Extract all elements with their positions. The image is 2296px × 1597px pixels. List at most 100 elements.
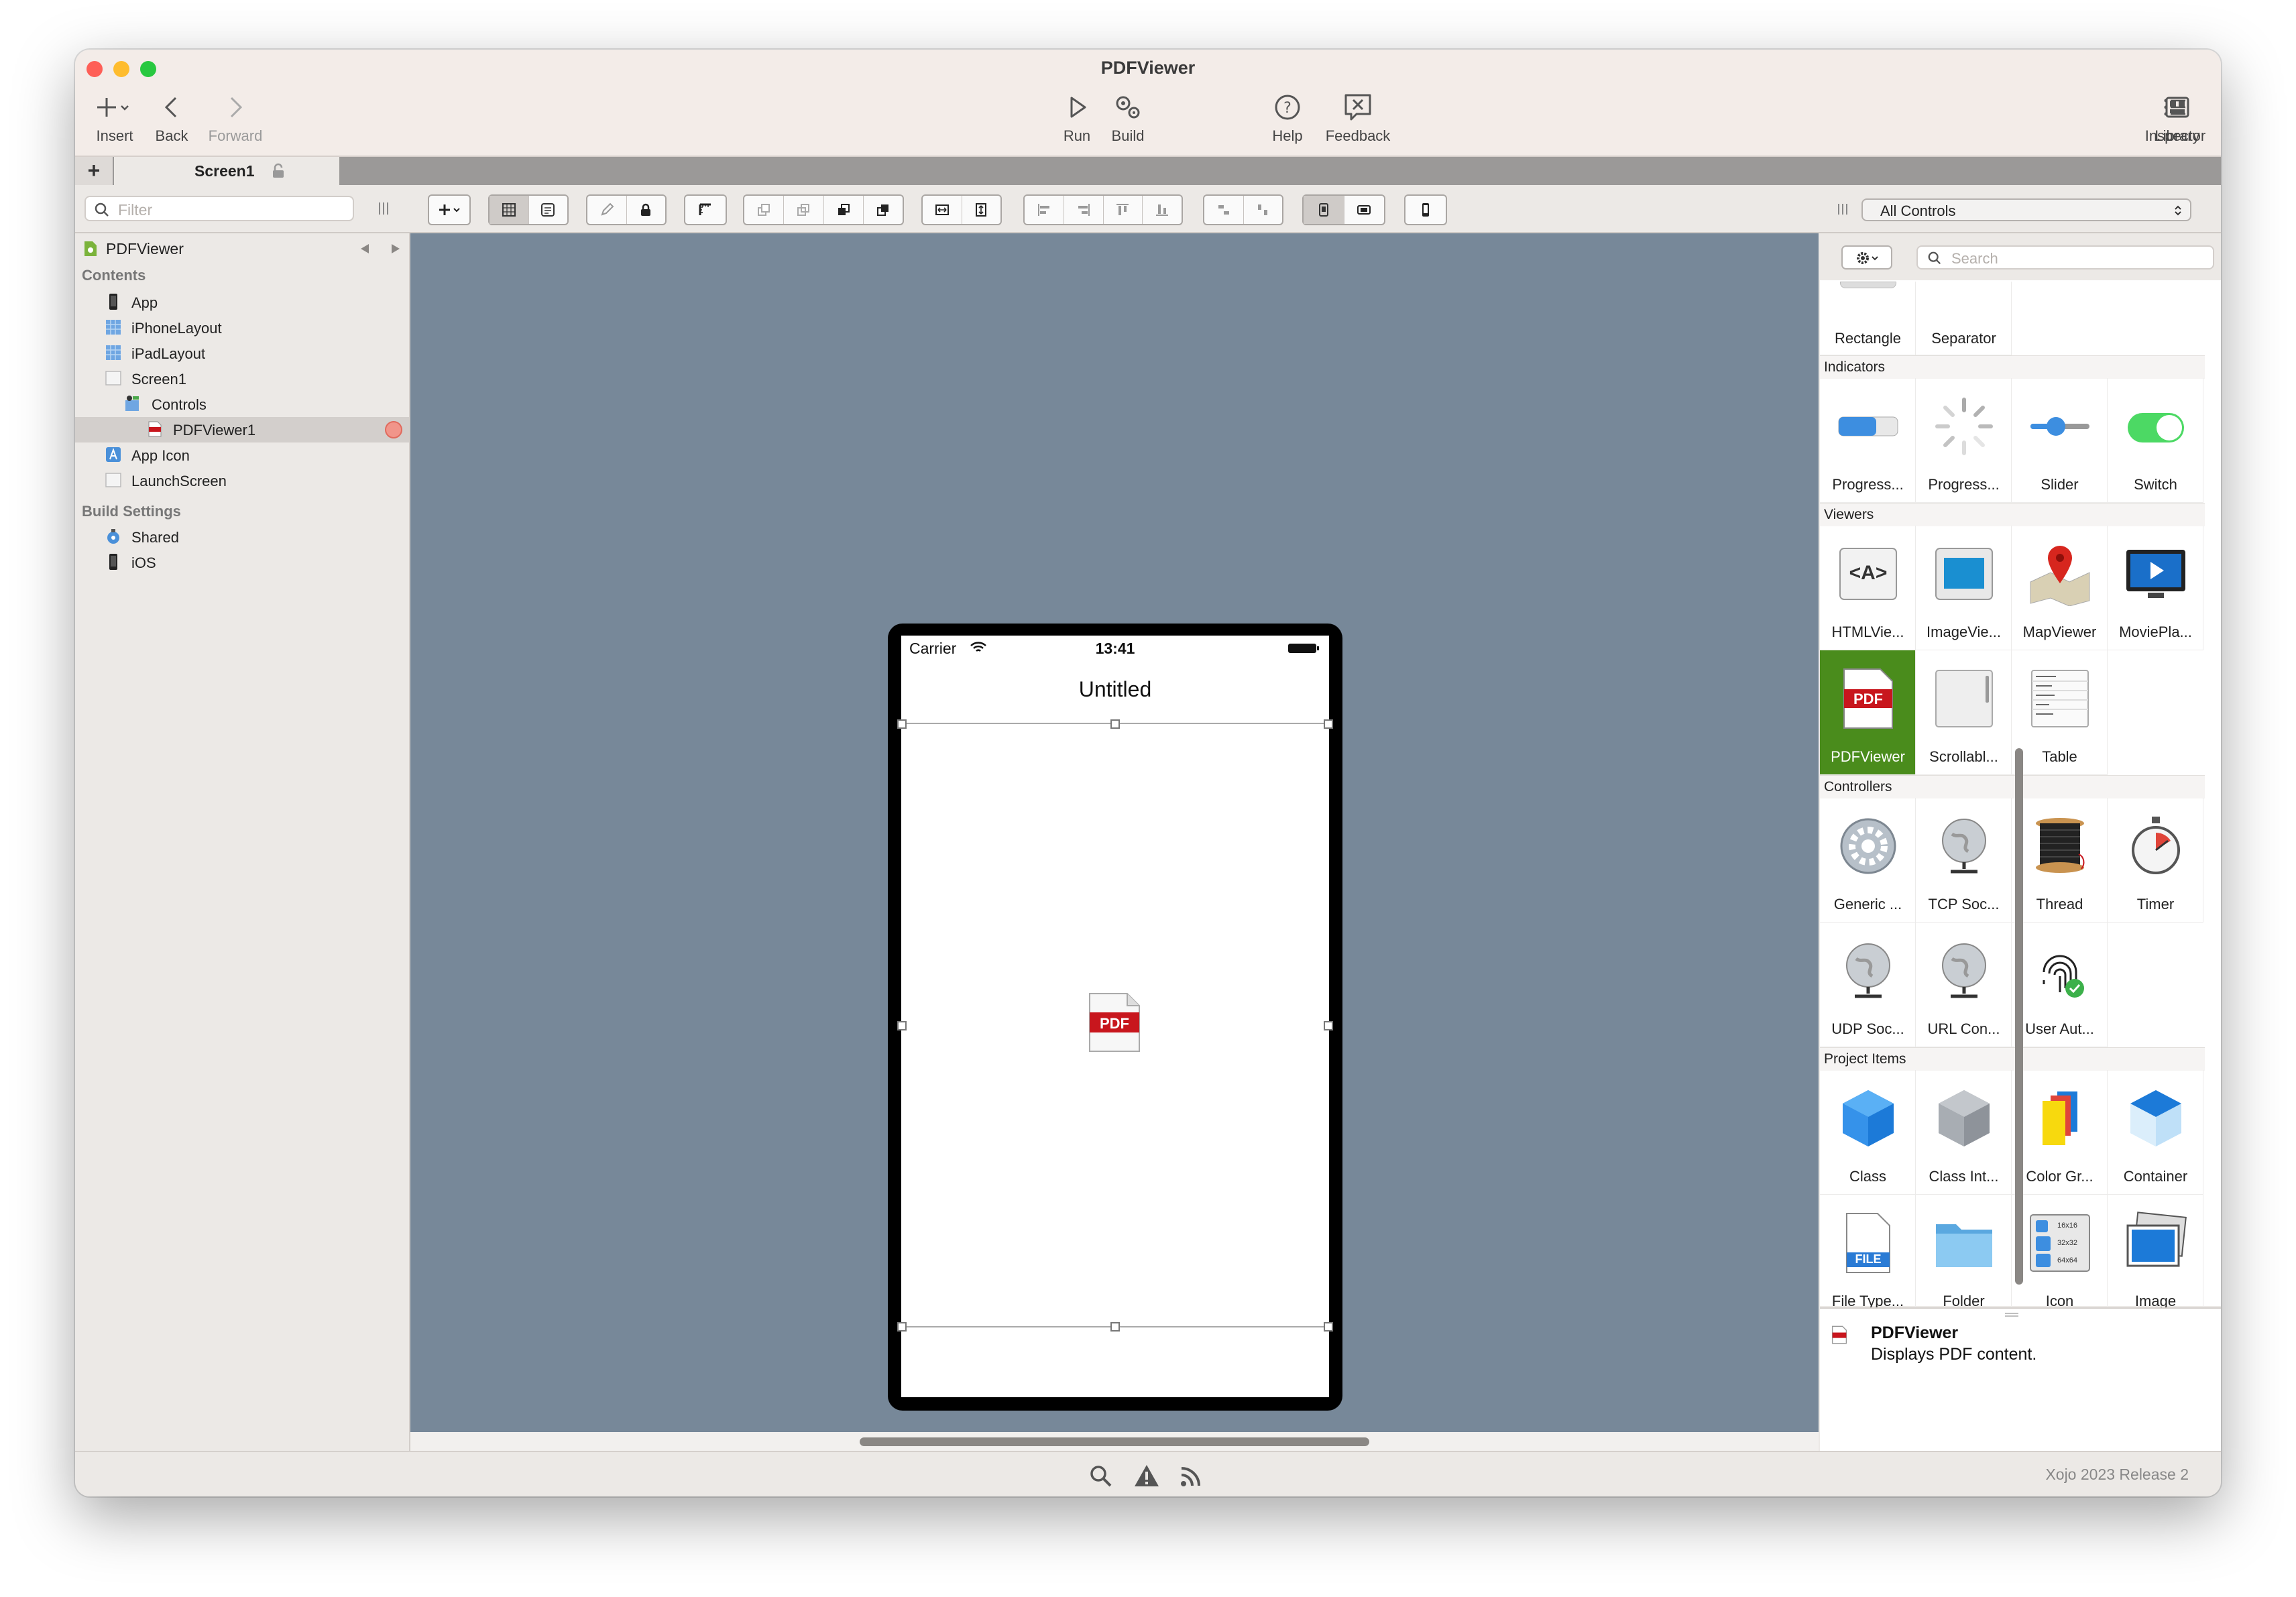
library-item-container[interactable]: Container (2108, 1070, 2203, 1195)
library-item-classinterface[interactable]: Class Int... (1916, 1070, 2012, 1195)
nav-item-shared[interactable]: Shared (75, 524, 409, 550)
nav-item-app[interactable]: App (75, 290, 409, 315)
feedback-button[interactable]: Feedback (1314, 93, 1401, 145)
align-top-button[interactable] (1104, 196, 1143, 224)
phone-screen[interactable]: Carrier 13:41 Untitled PDF (897, 636, 1333, 1397)
bring-forward-button[interactable] (744, 196, 785, 224)
new-tab-button[interactable]: + (75, 157, 113, 185)
contents-header: Contents (82, 267, 146, 284)
library-item-urlconnection[interactable]: URL Con... (1916, 923, 2012, 1047)
library-item-imageviewer[interactable]: ImageVie... (1916, 526, 2012, 650)
horizontal-scroll-thumb[interactable] (860, 1437, 1369, 1446)
nav-item-controls[interactable]: Controls (75, 392, 409, 417)
nav-item-app-icon[interactable]: App Icon (75, 442, 409, 468)
align-right-button[interactable] (1064, 196, 1104, 224)
resize-handle[interactable] (897, 1021, 907, 1030)
send-backward-button[interactable] (824, 196, 864, 224)
fill-height-button[interactable] (962, 196, 1001, 224)
inspector-button[interactable]: Inspector (2136, 93, 2214, 145)
add-control-menu[interactable] (428, 194, 471, 225)
lock-icon[interactable] (271, 163, 286, 179)
warning-icon[interactable] (1133, 1463, 1160, 1488)
library-item-separator[interactable]: Separator (1916, 282, 2012, 355)
library-toggle-icon[interactable] (1837, 202, 1848, 216)
nav-arrows-icon[interactable] (357, 243, 404, 255)
sidebar-toggle-icon[interactable] (378, 201, 389, 216)
library-item-htmlviewer[interactable]: <A> HTMLVie... (1820, 526, 1916, 650)
library-options-button[interactable] (1841, 245, 1892, 270)
library-item-timer[interactable]: Timer (2108, 798, 2203, 923)
forward-button[interactable]: Forward (198, 93, 272, 145)
nav-item-iphonelayout[interactable]: iPhoneLayout (75, 315, 409, 341)
library-item-class[interactable]: Class (1820, 1070, 1916, 1195)
library-scrollbar[interactable] (2012, 233, 2026, 1306)
library-item-rectangle[interactable]: Rectangle (1820, 282, 1916, 355)
resize-handle[interactable] (1110, 719, 1120, 729)
library-item-scrollable[interactable]: Scrollabl... (1916, 650, 2012, 775)
send-back-button[interactable] (864, 196, 903, 224)
library-item-image[interactable]: Image (2108, 1195, 2203, 1319)
layout-canvas[interactable]: Carrier 13:41 Untitled PDF (410, 233, 1819, 1432)
library-item-movieplayer[interactable]: MoviePla... (2108, 526, 2203, 650)
resize-handle[interactable] (897, 1322, 907, 1332)
library-item-tcpsocket[interactable]: TCP Soc... (1916, 798, 2012, 923)
list-view-button[interactable] (529, 196, 568, 224)
insert-button[interactable]: Insert (84, 93, 145, 145)
add-cell[interactable] (429, 196, 469, 224)
feed-icon[interactable] (1179, 1464, 1203, 1488)
run-button[interactable]: Run (1050, 93, 1104, 145)
grid-view-button[interactable] (490, 196, 529, 224)
build-button[interactable]: Build (1101, 93, 1155, 145)
filter-field[interactable]: Filter (84, 196, 354, 221)
library-item-progressbar[interactable]: Progress... (1820, 378, 1916, 503)
landscape-button[interactable] (1344, 196, 1385, 224)
resize-handle[interactable] (1324, 1021, 1333, 1030)
screen-icon (105, 473, 121, 487)
device-button[interactable] (1405, 196, 1446, 224)
library-scroll-thumb[interactable] (2015, 748, 2023, 1285)
library-search-field[interactable]: Search (1916, 245, 2214, 270)
ruler-button[interactable] (685, 196, 726, 224)
library-item-udpsocket[interactable]: UDP Soc... (1820, 923, 1916, 1047)
library-item-progresswheel[interactable]: Progress... (1916, 378, 2012, 503)
library-item-label: Generic ... (1833, 896, 1902, 912)
library-item-switch[interactable]: Switch (2108, 378, 2203, 503)
portrait-button[interactable] (1304, 196, 1344, 224)
library-item-folder[interactable]: Folder (1916, 1195, 2012, 1319)
splitter-grip-icon[interactable] (2004, 1311, 2020, 1319)
align-bottom-button[interactable] (1143, 196, 1182, 224)
edit-button[interactable] (587, 196, 627, 224)
align-left-button[interactable] (1025, 196, 1064, 224)
library-item-generic[interactable]: Generic ... (1820, 798, 1916, 923)
bring-front-button[interactable] (784, 196, 824, 224)
resize-handle[interactable] (897, 719, 907, 729)
resize-handle[interactable] (1324, 1322, 1333, 1332)
help-button[interactable]: ? Help (1261, 93, 1314, 145)
nav-item-ios[interactable]: iOS (75, 550, 409, 575)
image-viewer-icon (1935, 548, 1993, 600)
search-icon[interactable] (1089, 1464, 1113, 1488)
app-icon (106, 447, 121, 462)
distribute-h-button[interactable] (1204, 196, 1244, 224)
library-filter-select[interactable]: All Controls (1861, 198, 2191, 221)
lock-button[interactable] (627, 196, 666, 224)
tab-screen1[interactable]: Screen1 (114, 157, 339, 185)
bring-front-icon (797, 204, 810, 216)
distribute-v-button[interactable] (1244, 196, 1283, 224)
horizontal-scrollbar[interactable] (410, 1432, 1819, 1451)
library-item-pdfviewer[interactable]: PDF PDFViewer (1820, 650, 1916, 775)
globe-icon (1942, 943, 1986, 998)
library-item-filetype[interactable]: FILE File Type... (1820, 1195, 1916, 1319)
window-title: PDFViewer (1100, 58, 1196, 78)
pdfviewer-control[interactable]: PDF (897, 719, 1333, 1332)
resize-handle[interactable] (1110, 1322, 1120, 1332)
nav-item-launchscreen[interactable]: LaunchScreen (75, 468, 409, 493)
fill-width-button[interactable] (923, 196, 962, 224)
breakpoint-indicator[interactable] (385, 421, 402, 438)
back-button[interactable]: Back (145, 93, 198, 145)
nav-item-pdfviewer1[interactable]: PDFViewer1 (75, 417, 409, 442)
library-item-label: UDP Soc... (1831, 1020, 1904, 1037)
resize-handle[interactable] (1324, 719, 1333, 729)
nav-item-screen1[interactable]: Screen1 (75, 366, 409, 392)
nav-item-ipadlayout[interactable]: iPadLayout (75, 341, 409, 366)
